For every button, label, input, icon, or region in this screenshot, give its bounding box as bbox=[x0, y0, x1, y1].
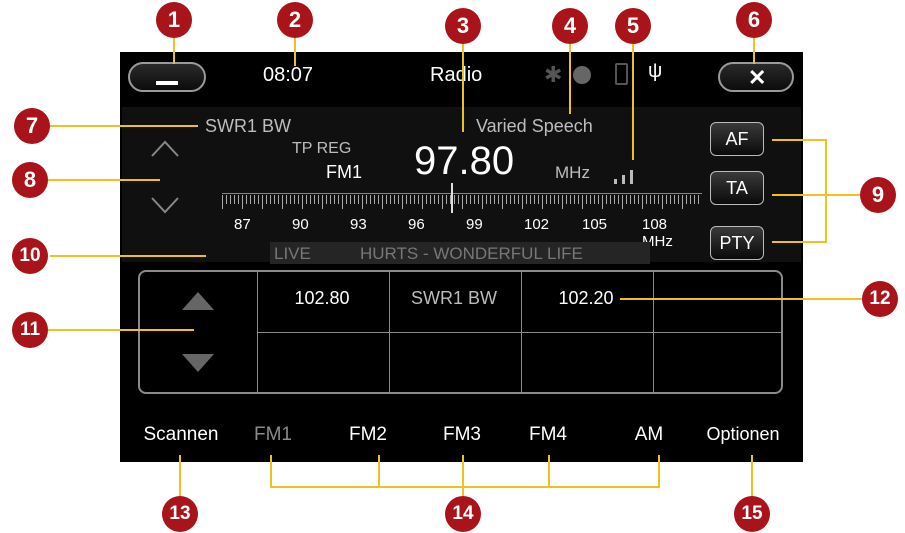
callout-9: 9 bbox=[860, 177, 896, 213]
callout-10: 10 bbox=[12, 238, 48, 274]
callout-12: 12 bbox=[862, 281, 898, 317]
callout-13: 13 bbox=[162, 496, 198, 532]
callout-15: 15 bbox=[734, 496, 770, 532]
callout-leaders bbox=[48, 36, 866, 500]
callout-14: 14 bbox=[445, 496, 481, 532]
callout-11: 11 bbox=[12, 312, 48, 348]
callout-8: 8 bbox=[12, 162, 48, 198]
callout-2: 2 bbox=[277, 2, 313, 38]
callout-4: 4 bbox=[552, 8, 588, 44]
callout-5: 5 bbox=[615, 8, 651, 44]
callout-6: 6 bbox=[736, 2, 772, 38]
callout-3: 3 bbox=[445, 8, 481, 44]
callout-1: 1 bbox=[156, 2, 192, 38]
callout-7: 7 bbox=[14, 108, 50, 144]
